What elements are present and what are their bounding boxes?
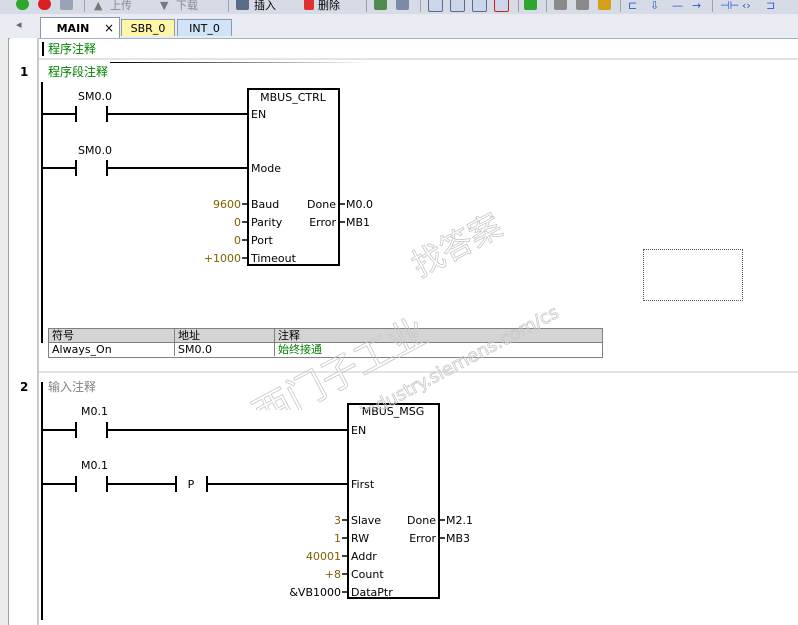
mbus-ctrl-block[interactable]: MBUS_CTRL EN Mode Baud Parity Port Timeo… (247, 88, 340, 266)
pin-port: Port (251, 234, 273, 247)
param-dataptr-value[interactable]: &VB1000 (289, 586, 341, 599)
table-row[interactable]: Always_On SM0.0 始终接通 (48, 343, 603, 358)
network-comment[interactable]: 输入注释 (48, 380, 96, 394)
pin-rw: RW (351, 532, 369, 545)
pin-baud: Baud (251, 198, 279, 211)
output-error-value[interactable]: MB1 (346, 216, 370, 229)
contact-m0-1-first[interactable]: M0.1 (42, 459, 176, 492)
pin-error: Error (309, 216, 336, 229)
pin-dataptr: DataPtr (351, 586, 393, 599)
output-done-value[interactable]: M0.0 (346, 198, 373, 211)
positive-edge-contact[interactable]: P (175, 476, 348, 492)
contact-label: M0.1 (81, 459, 108, 472)
symbol-table-header: 符号 地址 注释 (48, 328, 603, 343)
cell-symbol: Always_On (49, 343, 175, 356)
pin-slave: Slave (351, 514, 381, 527)
param-baud-value[interactable]: 9600 (213, 198, 241, 211)
pin-parity: Parity (251, 216, 283, 229)
param-slave-value[interactable]: 3 (334, 514, 341, 527)
block-title: MBUS_MSG (362, 405, 425, 418)
mbus-msg-block[interactable]: MBUS_MSG EN First Slave RW Addr Count Da… (347, 403, 440, 599)
contact-m0-1-en[interactable]: M0.1 (42, 405, 348, 438)
pin-done: Done (407, 514, 436, 527)
block-title: MBUS_CTRL (260, 91, 327, 104)
param-rw-value[interactable]: 1 (334, 532, 341, 545)
header-comment: 注释 (278, 329, 300, 342)
pin-timeout: Timeout (250, 252, 297, 265)
cell-comment: 始终接通 (278, 343, 322, 356)
cell-address: SM0.0 (175, 343, 275, 356)
contact-label: M0.1 (81, 405, 108, 418)
pin-done: Done (307, 198, 336, 211)
ladder-diagram: SM0.0 SM0.0 MBUS_CTRL EN Mode Baud Parit… (41, 82, 473, 620)
pin-mode: Mode (251, 162, 281, 175)
pin-addr: Addr (351, 550, 377, 563)
network-number: 2 (20, 380, 29, 394)
contact-sm0-0-en[interactable]: SM0.0 (42, 90, 248, 122)
header-symbol: 符号 (49, 329, 175, 342)
pin-error: Error (409, 532, 436, 545)
param-count-value[interactable]: +8 (325, 568, 341, 581)
contact-label: SM0.0 (78, 144, 112, 157)
p-label: P (188, 478, 195, 491)
param-addr-value[interactable]: 40001 (306, 550, 341, 563)
param-port-value[interactable]: 0 (234, 234, 241, 247)
output-done-value[interactable]: M2.1 (446, 514, 473, 527)
header-address: 地址 (175, 329, 275, 342)
contact-sm0-0-mode[interactable]: SM0.0 (42, 144, 248, 176)
pin-en: EN (351, 424, 366, 437)
selection-box (643, 249, 743, 301)
output-error-value[interactable]: MB3 (446, 532, 470, 545)
pin-first: First (351, 478, 375, 491)
pin-count: Count (351, 568, 384, 581)
param-timeout-value[interactable]: +1000 (204, 252, 241, 265)
pin-en: EN (251, 108, 266, 121)
param-parity-value[interactable]: 0 (234, 216, 241, 229)
contact-label: SM0.0 (78, 90, 112, 103)
section-divider (39, 371, 798, 373)
